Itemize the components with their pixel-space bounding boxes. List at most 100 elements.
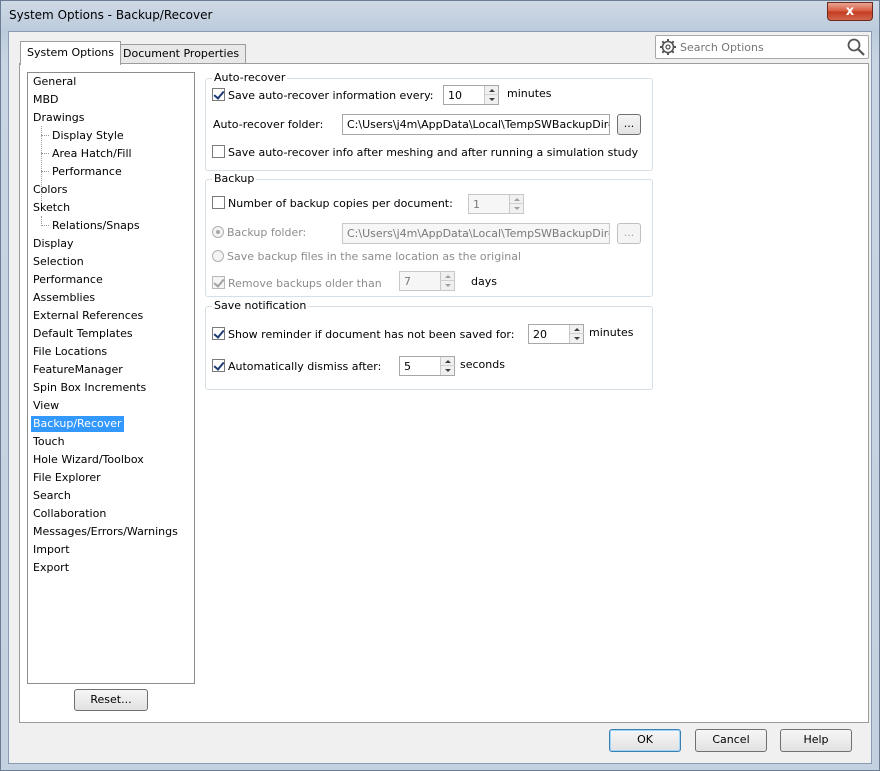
tab-label: System Options bbox=[27, 46, 114, 59]
autorecover-meshing-label: Save auto-recover info after meshing and… bbox=[228, 146, 639, 159]
tree-item-file-locations[interactable]: File Locations bbox=[31, 344, 109, 360]
notification-dismiss-row: Automatically dismiss after: bbox=[212, 359, 381, 374]
autorecover-interval-spinner[interactable]: 10 bbox=[443, 85, 499, 105]
spinner-arrows bbox=[569, 325, 584, 343]
tree-item-touch[interactable]: Touch bbox=[31, 434, 67, 450]
notification-dismiss-spinner[interactable]: 5 bbox=[399, 356, 455, 376]
spinner-down-icon[interactable] bbox=[570, 334, 584, 343]
interval-unit: minutes bbox=[507, 87, 552, 100]
gear-icon[interactable] bbox=[659, 38, 677, 56]
backup-same-location-row: Save backup files in the same location a… bbox=[212, 250, 521, 264]
spinner-up-icon[interactable] bbox=[510, 195, 524, 204]
tree-item-search[interactable]: Search bbox=[31, 488, 73, 504]
spinner-down-icon[interactable] bbox=[441, 366, 455, 375]
tree-item-backup-recover[interactable]: Backup/Recover bbox=[31, 416, 124, 432]
spinner-value: 7 bbox=[404, 275, 411, 288]
tree-item-performance[interactable]: Performance bbox=[31, 272, 105, 288]
tree-item-hole-wizard-toolbox[interactable]: Hole Wizard/Toolbox bbox=[31, 452, 146, 468]
spinner-arrows bbox=[509, 195, 524, 213]
tree-item-drawings-performance[interactable]: Performance bbox=[50, 164, 124, 180]
backup-copies-row: Number of backup copies per document: bbox=[212, 196, 453, 211]
cancel-button[interactable]: Cancel bbox=[695, 729, 767, 752]
backup-copies-checkbox[interactable] bbox=[212, 196, 225, 209]
tree-item-export[interactable]: Export bbox=[31, 560, 71, 576]
auto-recover-group: Auto-recover Save auto-recover informati… bbox=[205, 71, 653, 171]
spinner-up-icon[interactable] bbox=[441, 357, 455, 366]
spinner-down-icon[interactable] bbox=[485, 95, 499, 104]
tab-system-options[interactable]: System Options bbox=[20, 41, 121, 65]
backup-copies-spinner[interactable]: 1 bbox=[468, 194, 524, 214]
tree-item-collaboration[interactable]: Collaboration bbox=[31, 506, 108, 522]
reminder-unit: minutes bbox=[589, 326, 634, 339]
tree-item-display[interactable]: Display bbox=[31, 236, 76, 252]
tree-item-spin-box-increments[interactable]: Spin Box Increments bbox=[31, 380, 148, 396]
tree-item-area-hatch-fill[interactable]: Area Hatch/Fill bbox=[50, 146, 134, 162]
spinner-value: 1 bbox=[473, 198, 480, 211]
tree-item-drawings[interactable]: Drawings bbox=[31, 110, 86, 126]
backup-remove-checkbox[interactable] bbox=[212, 276, 225, 289]
options-tree: General MBD Drawings Display Style Area … bbox=[27, 72, 195, 684]
tree-item-featuremanager[interactable]: FeatureManager bbox=[31, 362, 125, 378]
system-options-panel: General MBD Drawings Display Style Area … bbox=[19, 63, 869, 723]
spinner-down-icon[interactable] bbox=[441, 281, 455, 290]
tree-item-default-templates[interactable]: Default Templates bbox=[31, 326, 135, 342]
tree-item-view[interactable]: View bbox=[31, 398, 61, 414]
spinner-up-icon[interactable] bbox=[570, 325, 584, 334]
notification-reminder-row: Show reminder if document has not been s… bbox=[212, 327, 514, 342]
tree-item-assemblies[interactable]: Assemblies bbox=[31, 290, 97, 306]
backup-browse-button[interactable]: ... bbox=[617, 223, 641, 244]
backup-remove-spinner[interactable]: 7 bbox=[399, 271, 455, 291]
ok-button[interactable]: OK bbox=[609, 729, 681, 752]
backup-remove-label: Remove backups older than bbox=[228, 277, 382, 290]
backup-folder-label: Backup folder: bbox=[227, 226, 307, 239]
group-title: Backup bbox=[212, 172, 257, 185]
search-icon[interactable] bbox=[846, 37, 866, 57]
spinner-down-icon[interactable] bbox=[510, 204, 524, 213]
notification-dismiss-label: Automatically dismiss after: bbox=[228, 360, 382, 373]
autorecover-folder-field[interactable]: C:\Users\j4m\AppData\Local\TempSWBackupD… bbox=[342, 114, 610, 135]
tree-item-relations-snaps[interactable]: Relations/Snaps bbox=[50, 218, 142, 234]
tree-item-file-explorer[interactable]: File Explorer bbox=[31, 470, 103, 486]
tree-item-external-references[interactable]: External References bbox=[31, 308, 145, 324]
close-button[interactable]: x bbox=[827, 2, 873, 21]
help-button[interactable]: Help bbox=[780, 729, 852, 752]
tree-item-selection[interactable]: Selection bbox=[31, 254, 86, 270]
backup-same-location-radio[interactable] bbox=[212, 250, 224, 262]
tree-item-messages-errors-warnings[interactable]: Messages/Errors/Warnings bbox=[31, 524, 180, 540]
autorecover-meshing-row: Save auto-recover info after meshing and… bbox=[212, 145, 638, 160]
tree-item-mbd[interactable]: MBD bbox=[31, 92, 61, 108]
tree-connector bbox=[41, 153, 49, 154]
autorecover-browse-button[interactable]: ... bbox=[617, 114, 641, 135]
notification-reminder-label: Show reminder if document has not been s… bbox=[228, 328, 515, 341]
reset-button[interactable]: Reset... bbox=[74, 689, 148, 711]
tree-item-general[interactable]: General bbox=[31, 74, 78, 90]
backup-folder-field[interactable]: C:\Users\j4m\AppData\Local\TempSWBackupD… bbox=[342, 223, 610, 244]
notification-reminder-spinner[interactable]: 20 bbox=[528, 324, 584, 344]
save-notification-group: Save notification Show reminder if docum… bbox=[205, 299, 653, 390]
tree-connector bbox=[41, 135, 49, 136]
notification-dismiss-checkbox[interactable] bbox=[212, 359, 225, 372]
spinner-value: 10 bbox=[448, 89, 462, 102]
dialog-client-area: System Options Document Properties Searc… bbox=[8, 31, 872, 764]
tree-connector bbox=[41, 225, 49, 226]
autorecover-meshing-checkbox[interactable] bbox=[212, 145, 225, 158]
backup-folder-radio[interactable] bbox=[212, 226, 224, 238]
group-title: Auto-recover bbox=[212, 71, 288, 84]
remove-unit: days bbox=[471, 275, 497, 288]
tree-item-colors[interactable]: Colors bbox=[31, 182, 69, 198]
spinner-up-icon[interactable] bbox=[485, 86, 499, 95]
group-title: Save notification bbox=[212, 299, 309, 312]
search-input[interactable] bbox=[678, 39, 838, 55]
tab-document-properties[interactable]: Document Properties bbox=[116, 44, 247, 63]
spinner-arrows bbox=[440, 272, 455, 290]
notification-reminder-checkbox[interactable] bbox=[212, 327, 225, 340]
dismiss-unit: seconds bbox=[460, 358, 505, 371]
tree-item-import[interactable]: Import bbox=[31, 542, 72, 558]
autorecover-save-label: Save auto-recover information every: bbox=[228, 89, 434, 102]
tree-item-display-style[interactable]: Display Style bbox=[50, 128, 126, 144]
spinner-up-icon[interactable] bbox=[441, 272, 455, 281]
title-bar[interactable]: System Options - Backup/Recover x bbox=[1, 1, 879, 31]
autorecover-save-checkbox[interactable] bbox=[212, 88, 225, 101]
autorecover-save-row: Save auto-recover information every: bbox=[212, 88, 434, 103]
tree-item-sketch[interactable]: Sketch bbox=[31, 200, 72, 216]
